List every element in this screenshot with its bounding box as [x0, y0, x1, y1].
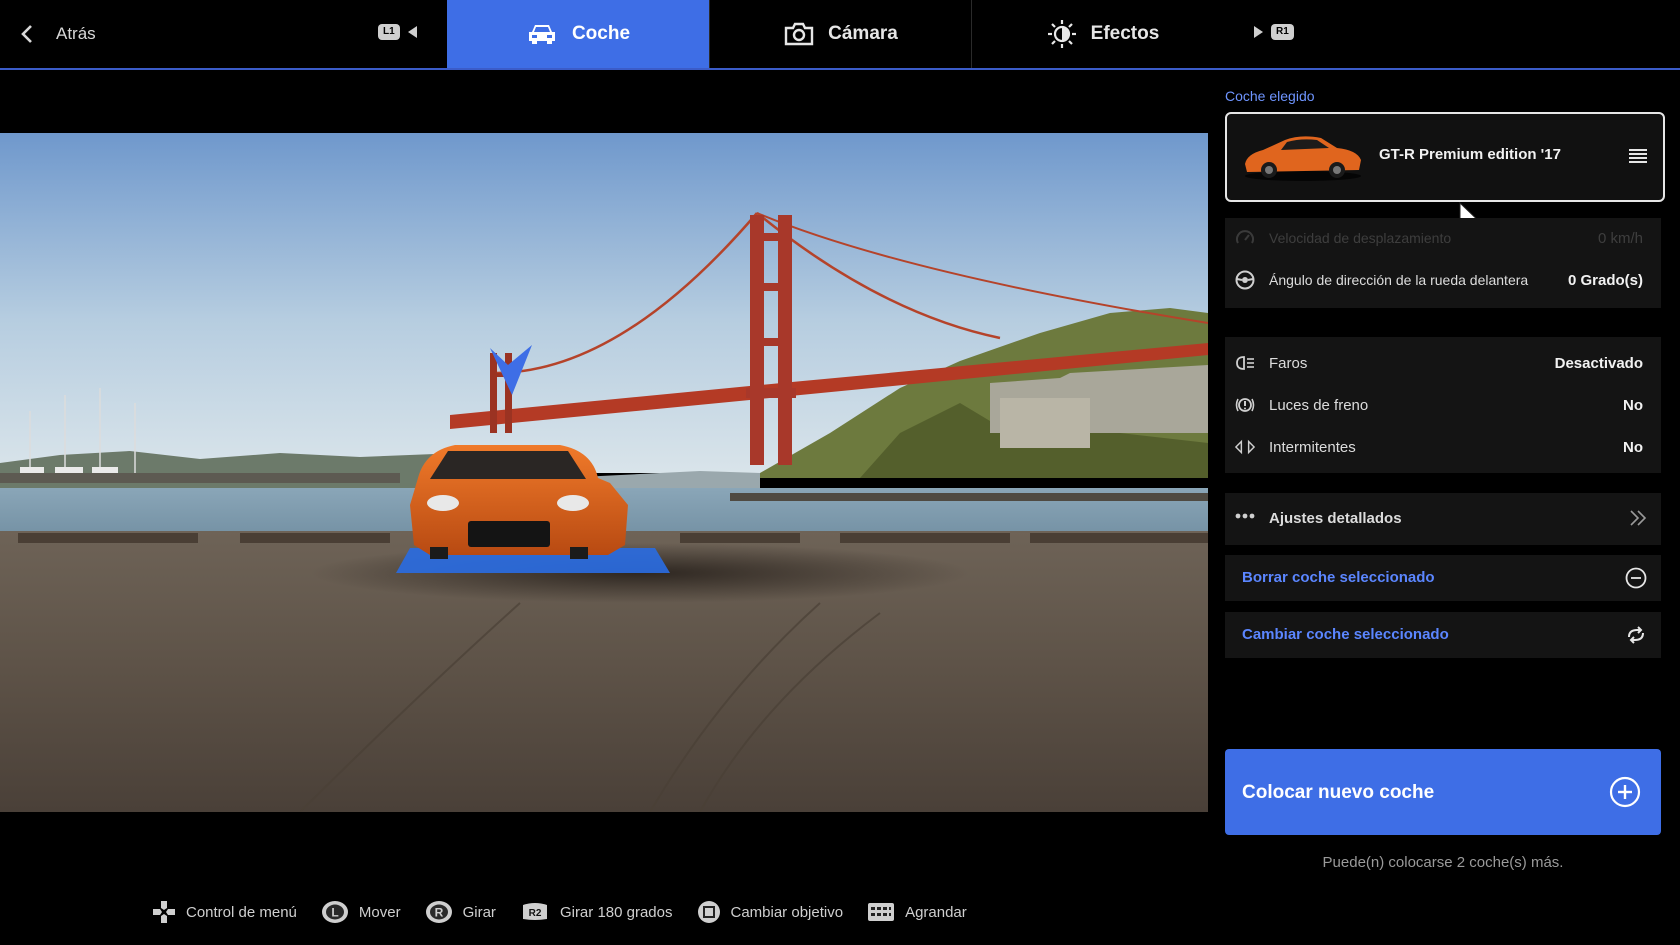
tab-efectos-label: Efectos — [1090, 23, 1160, 44]
setting-label: Faros — [1269, 354, 1308, 372]
r1-button-badge: R1 — [1271, 24, 1294, 40]
change-selected-car-button[interactable]: Cambiar coche seleccionado — [1225, 612, 1661, 658]
square-button-icon — [697, 901, 720, 923]
change-car-label: Cambiar coche seleccionado — [1242, 626, 1449, 643]
hint-label: Agrandar — [905, 903, 967, 921]
camera-icon — [784, 22, 814, 46]
plus-circle-icon — [1609, 776, 1641, 808]
svg-text:R2: R2 — [529, 908, 542, 919]
car-settings-panel: Coche elegido GT-R Premium edition '17 V… — [1208, 70, 1680, 945]
speedometer-icon — [1235, 228, 1255, 248]
triangle-left-icon — [407, 26, 417, 38]
setting-value: 0 Grado(s) — [1567, 271, 1643, 289]
svg-text:L: L — [331, 906, 338, 920]
remaining-cars-note: Puede(n) colocarse 2 coche(s) más. — [1322, 854, 1564, 871]
l1-button-badge: L1 — [378, 24, 400, 40]
hint-label: Girar 180 grados — [559, 903, 673, 921]
chevron-left-icon — [21, 25, 32, 43]
setting-label: Ángulo de dirección de la rueda delanter… — [1269, 272, 1529, 288]
setting-row-steering-angle[interactable]: Ángulo de dirección de la rueda delanter… — [1225, 260, 1661, 300]
hint-label: Control de menú — [186, 903, 297, 921]
hint-rotate-180: R2 Girar 180 grados — [520, 901, 673, 923]
detailed-settings-button[interactable]: Ajustes detallados — [1225, 493, 1661, 545]
selected-car-card[interactable]: GT-R Premium edition '17 — [1225, 112, 1665, 241]
tab-camara[interactable]: Cámara — [709, 0, 972, 68]
swap-arrows-icon — [1628, 626, 1644, 644]
back-label: Atrás — [56, 24, 96, 43]
brightness-icon — [1047, 20, 1076, 48]
turn-signal-icon — [1235, 437, 1255, 457]
menu-icon[interactable] — [1629, 148, 1647, 164]
dpad-icon — [153, 901, 175, 923]
r2-button-icon: R2 — [522, 903, 547, 920]
brake-light-icon — [1235, 395, 1255, 415]
left-stick-icon: L — [321, 901, 348, 923]
setting-label: Intermitentes — [1269, 438, 1356, 456]
lights-settings-group: Faros Desactivado Luces de freno No Inte… — [1225, 337, 1661, 473]
next-tab-hint[interactable]: R1 — [1254, 24, 1294, 40]
tab-coche-label: Coche — [571, 23, 631, 44]
tab-efectos[interactable]: Efectos — [971, 0, 1234, 68]
previous-tab-hint[interactable]: L1 — [378, 24, 417, 40]
hint-menu-control: Control de menú — [152, 900, 297, 924]
minus-circle-icon — [1625, 567, 1647, 589]
detailed-settings-label: Ajustes detallados — [1269, 510, 1402, 527]
delete-selected-car-button[interactable]: Borrar coche seleccionado — [1225, 555, 1661, 601]
hint-move: L Mover — [321, 900, 401, 924]
setting-value: Desactivado — [1554, 354, 1643, 372]
setting-row-headlights[interactable]: Faros Desactivado — [1225, 343, 1661, 383]
setting-value: 0 km/h — [1597, 229, 1643, 247]
setting-row-speed: Velocidad de desplazamiento 0 km/h — [1225, 218, 1661, 258]
scene-image — [0, 133, 1208, 812]
top-navigation-bar: Atrás L1 Coche Cámara Efectos R1 — [0, 0, 1680, 70]
hint-rotate: R Girar — [425, 900, 496, 924]
hint-change-target: Cambiar objetivo — [697, 900, 844, 924]
car-icon — [528, 25, 555, 44]
double-chevron-right-icon — [1630, 510, 1647, 526]
more-dots-icon — [1235, 513, 1255, 519]
setting-row-brake-lights[interactable]: Luces de freno No — [1225, 385, 1661, 425]
hint-label: Cambiar objetivo — [730, 903, 844, 921]
place-new-car-button[interactable]: Colocar nuevo coche — [1225, 749, 1661, 835]
setting-label: Velocidad de desplazamiento — [1269, 230, 1452, 246]
movement-settings-group: Velocidad de desplazamiento 0 km/h Ángul… — [1225, 218, 1661, 308]
section-label: Coche elegido — [1225, 88, 1315, 104]
car-thumbnail — [1245, 136, 1361, 181]
hint-label: Girar — [462, 903, 496, 921]
setting-label: Luces de freno — [1269, 396, 1369, 414]
setting-value: No — [1623, 396, 1643, 414]
tab-camara-label: Cámara — [828, 23, 898, 44]
hint-enlarge: Agrandar — [867, 902, 967, 922]
triangle-right-icon — [1254, 26, 1263, 38]
tab-coche[interactable]: Coche — [447, 0, 709, 68]
svg-text:R: R — [434, 906, 443, 920]
controller-hints-bar: Control de menú L Mover R Girar R2 Girar… — [152, 900, 967, 924]
touchpad-icon — [868, 903, 895, 921]
delete-car-label: Borrar coche seleccionado — [1242, 569, 1435, 586]
right-stick-icon: R — [425, 901, 452, 923]
steering-wheel-icon — [1235, 270, 1255, 290]
selected-car-name: GT-R Premium edition '17 — [1379, 146, 1561, 163]
headlight-icon — [1235, 353, 1255, 373]
hint-label: Mover — [358, 903, 401, 921]
place-new-car-label: Colocar nuevo coche — [1242, 782, 1435, 803]
back-button[interactable]: Atrás — [20, 0, 96, 68]
setting-row-turn-signals[interactable]: Intermitentes No — [1225, 427, 1661, 467]
setting-value: No — [1623, 438, 1643, 456]
photo-scene-viewport[interactable] — [0, 133, 1208, 812]
